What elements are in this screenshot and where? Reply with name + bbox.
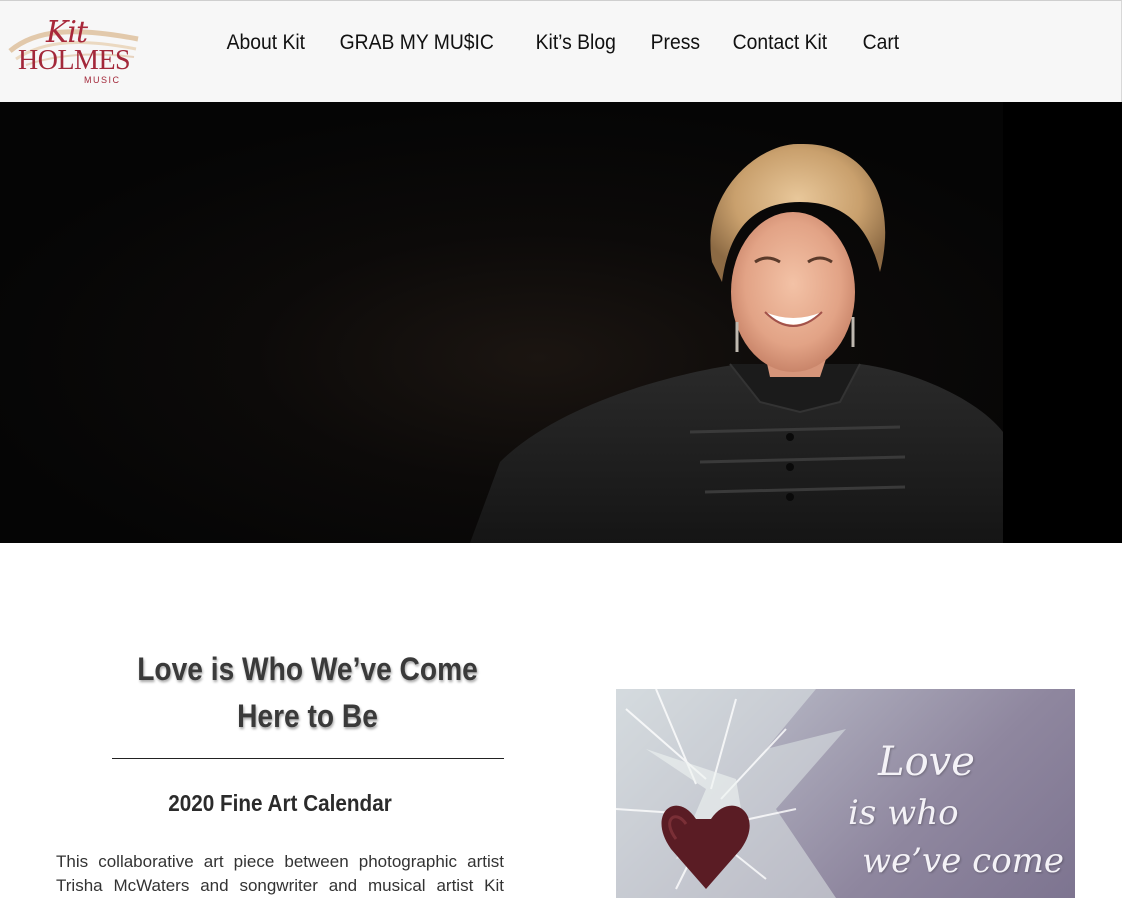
nav-item-about-kit[interactable]: About Kit: [211, 29, 321, 57]
section-body-text: This collaborative art piece between pho…: [56, 852, 504, 895]
logo-name-text: HOLMES: [18, 45, 131, 76]
calendar-text-line-3: we’ve come: [862, 841, 1065, 881]
logo-tagline-text: MUSIC: [84, 75, 121, 85]
heading-divider: [112, 758, 504, 759]
section-subheading: 2020 Fine Art Calendar: [168, 790, 392, 816]
hero-banner-photo: [0, 102, 1122, 543]
nav-item-cart[interactable]: Cart: [847, 29, 915, 57]
hero-edge-shade: [1003, 102, 1122, 543]
nav-item-kits-blog[interactable]: Kit’s Blog: [520, 29, 631, 57]
hero-portrait-image: [470, 143, 1003, 543]
section-heading: Love is Who We’ve Come Here to Be: [137, 651, 478, 734]
main-nav: About Kit GRAB MY MU$IC Kit’s Blog Press…: [211, 29, 915, 57]
calendar-text-line-2: is who: [848, 793, 959, 833]
nav-item-grab-my-music[interactable]: GRAB MY MU$IC: [324, 29, 510, 57]
nav-item-contact-kit[interactable]: Contact Kit: [717, 29, 843, 57]
site-logo[interactable]: Kit HOLMES MUSIC: [6, 9, 146, 89]
calendar-text-line-1: Love: [878, 739, 975, 785]
site-header: Kit HOLMES MUSIC About Kit GRAB MY MU$IC…: [0, 0, 1122, 102]
nav-item-press[interactable]: Press: [635, 29, 716, 57]
calendar-cover-image[interactable]: Love is who we’ve come: [616, 689, 1075, 898]
